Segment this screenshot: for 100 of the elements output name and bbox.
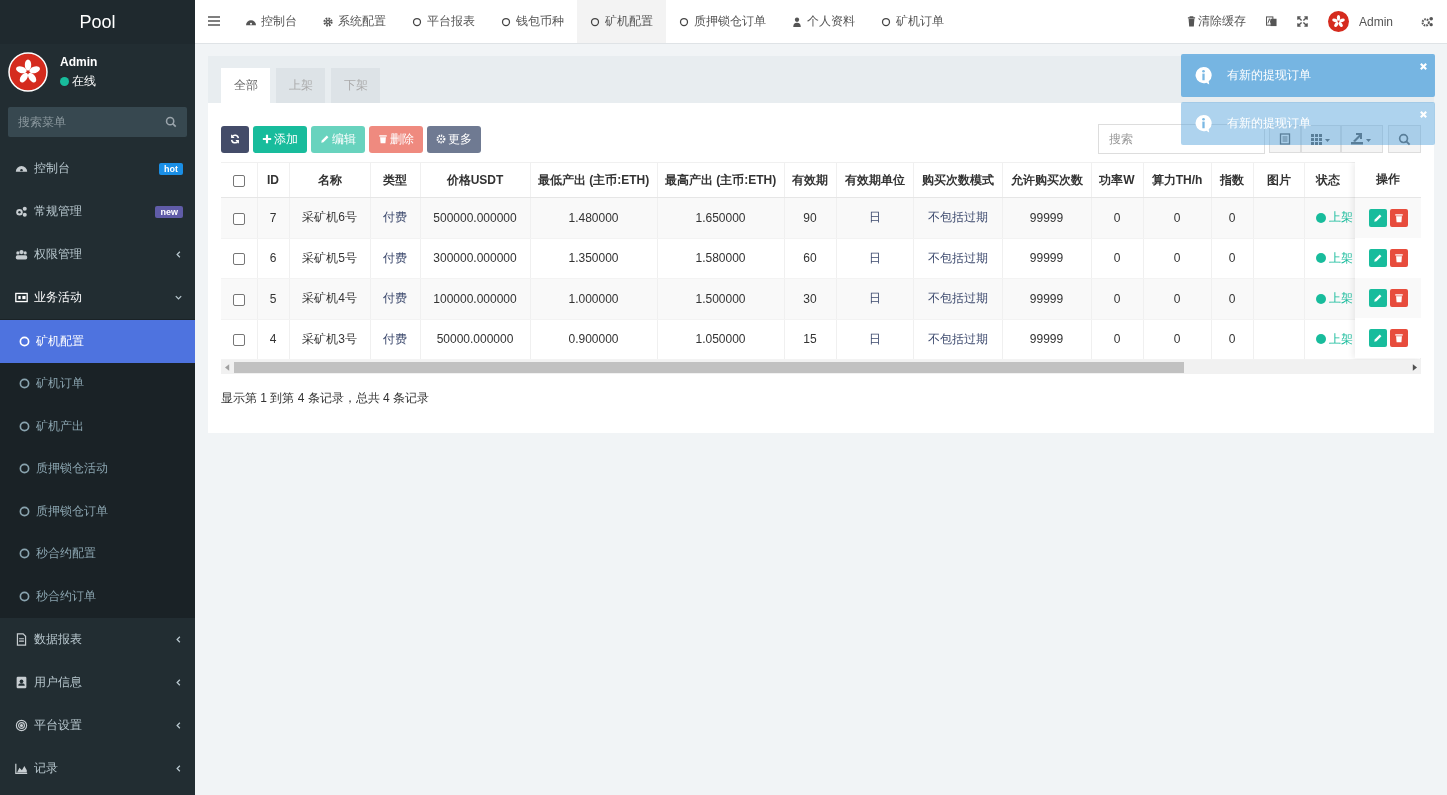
chevron-icon (174, 250, 183, 259)
trash-icon (1393, 293, 1404, 303)
row-checkbox[interactable] (232, 212, 245, 225)
table-cell: 0 (1228, 291, 1236, 306)
gear-icon (436, 134, 446, 144)
menu-icon (208, 16, 220, 26)
column-header[interactable]: ID (267, 173, 279, 187)
menu-item[interactable]: 常规管理 new (0, 190, 195, 233)
nav-tab[interactable]: 钱包币种 (488, 0, 577, 43)
table-cell: 1.650000 (695, 210, 746, 225)
nav-tab[interactable]: 控制台 (233, 0, 310, 43)
delete-button[interactable] (1389, 249, 1408, 267)
menu-item[interactable]: 平台设置 (0, 703, 195, 747)
delete-button[interactable] (1389, 209, 1408, 227)
submenu-label: 矿机产出 (36, 417, 84, 435)
table-cell: 0.900000 (568, 332, 619, 347)
table-cell: 0 (1228, 210, 1236, 225)
table-cell: 付费 (383, 250, 407, 265)
table-cell: 4 (269, 332, 277, 347)
menu-item[interactable]: 控制台 hot (0, 147, 195, 190)
edit-button[interactable] (1368, 249, 1387, 267)
circle-icon (19, 548, 30, 560)
circle-icon (19, 420, 30, 432)
circle-icon (412, 16, 422, 27)
nav-tab[interactable]: 个人资料 (779, 0, 868, 43)
nav-tab[interactable]: 平台报表 (399, 0, 488, 43)
menu-item[interactable]: 记录 (0, 746, 195, 790)
table-cell: 采矿机3号 (302, 331, 357, 346)
table-cell: 100000.000000 (433, 291, 517, 306)
circle-icon (501, 16, 511, 27)
file-icon (15, 632, 28, 646)
edit-button[interactable] (1368, 209, 1387, 227)
table-cell: 30 (803, 291, 817, 306)
gears-icon (15, 205, 28, 218)
column-header[interactable]: 名称 (317, 172, 342, 187)
settings-icon[interactable] (1421, 16, 1434, 27)
circle-icon (19, 335, 30, 347)
row-checkbox[interactable] (232, 334, 245, 347)
menu-search-field[interactable]: 搜索菜单 (8, 107, 187, 137)
table-cell: 不包括过期 (927, 210, 988, 225)
menu-item[interactable]: 用户信息 (0, 660, 195, 704)
search-button[interactable] (1388, 125, 1421, 153)
circle-icon (19, 505, 30, 517)
edit-button[interactable] (1368, 329, 1387, 347)
submenu-item[interactable]: 矿机订单 (0, 362, 195, 405)
menu-badge: hot (159, 162, 183, 175)
scroll-right-icon[interactable] (1412, 363, 1417, 371)
nav-tab[interactable]: 矿机配置 (577, 0, 666, 43)
scroll-left-icon[interactable] (225, 363, 230, 371)
nav-tab[interactable]: 系统配置 (310, 0, 399, 43)
avatar-icon[interactable] (1328, 11, 1349, 32)
submenu-item[interactable]: 矿机配置 (0, 320, 195, 363)
menu-label: 权限管理 (34, 246, 83, 263)
filter-tab[interactable]: 全部 (221, 68, 270, 103)
board-icon (15, 291, 28, 304)
column-header[interactable]: 类型 (383, 172, 407, 187)
menu-item[interactable]: 权限管理 (0, 233, 195, 276)
horizontal-scrollbar[interactable] (221, 360, 1421, 374)
table-cell: 99999 (1029, 332, 1064, 347)
trash-icon (1187, 16, 1196, 27)
export-button[interactable] (1341, 125, 1383, 153)
circle-icon (679, 16, 689, 27)
table-cell: 0 (1113, 332, 1121, 347)
refresh-button[interactable] (221, 125, 249, 153)
clear-cache-button[interactable]: 清除缓存 (1187, 13, 1246, 30)
nav-tab[interactable]: 质押锁仓订单 (666, 0, 779, 43)
table-cell: 1.000000 (568, 291, 619, 306)
select-all-checkbox[interactable] (232, 174, 245, 187)
table-cell: 0 (1173, 251, 1181, 266)
submenu-item[interactable]: 秒合约订单 (0, 575, 195, 618)
menu-item[interactable]: 数据报表 (0, 617, 195, 661)
submenu-item[interactable]: 秒合约配置 (0, 532, 195, 575)
trash-icon (1393, 213, 1404, 223)
circle-icon (19, 463, 30, 475)
table-cell: 不包括过期 (927, 331, 988, 346)
submenu-item[interactable]: 质押锁仓订单 (0, 490, 195, 533)
submenu-item[interactable]: 质押锁仓活动 (0, 447, 195, 490)
fullscreen-icon[interactable] (1297, 16, 1308, 27)
user-name[interactable]: Admin (1359, 14, 1393, 29)
translate-icon[interactable] (1266, 16, 1277, 27)
submenu-item[interactable]: 矿机产出 (0, 405, 195, 448)
table-cell: 付费 (383, 291, 407, 306)
column-header[interactable]: 状态 (1315, 172, 1340, 187)
menu-badge: new (155, 205, 183, 218)
table-cell: 0 (1113, 210, 1121, 225)
row-checkbox[interactable] (232, 293, 245, 306)
user-status: 在线 (72, 72, 96, 90)
more-button[interactable]: 更多 (427, 125, 481, 153)
table-cell: 99999 (1029, 251, 1064, 266)
nav-tab[interactable]: 矿机订单 (868, 0, 957, 43)
row-checkbox[interactable] (232, 253, 245, 266)
close-icon[interactable] (1419, 62, 1428, 71)
delete-button[interactable] (1389, 289, 1408, 307)
table-cell: 付费 (383, 331, 407, 346)
menu-label: 业务活动 (34, 289, 83, 306)
chart-icon (15, 761, 28, 775)
edit-button[interactable] (1368, 289, 1387, 307)
column-header: 操作 (1376, 171, 1400, 188)
delete-button[interactable] (1389, 329, 1408, 347)
search-icon (165, 116, 177, 128)
